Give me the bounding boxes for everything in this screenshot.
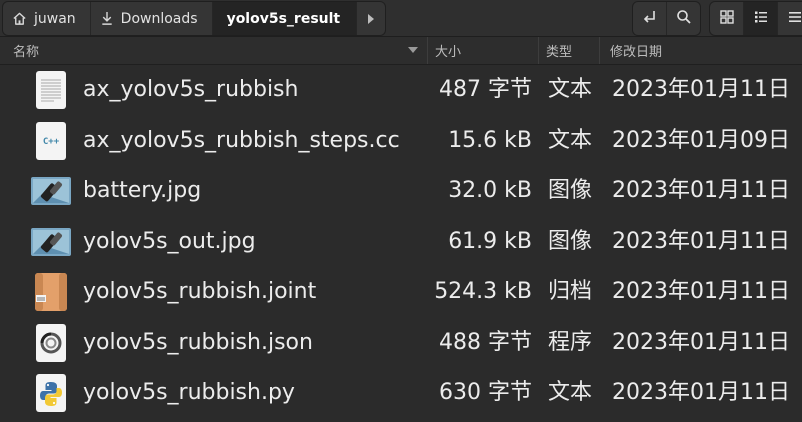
- column-header-type[interactable]: 类型: [539, 37, 600, 64]
- action-buttons: [632, 1, 701, 36]
- python-file-icon: [30, 372, 72, 414]
- file-modified: 2023年01月11日: [612, 228, 790, 254]
- image-file-icon: [30, 221, 72, 263]
- breadcrumb-downloads[interactable]: Downloads: [91, 2, 213, 35]
- file-type: 图像: [548, 178, 593, 203]
- breadcrumb-current[interactable]: yolov5s_result: [212, 2, 358, 35]
- grid-icon: [719, 9, 734, 28]
- sort-descending-icon: [408, 47, 418, 53]
- file-row[interactable]: yolov5s_rubbish.joint 524.3 kB 归档 2023年0…: [0, 267, 802, 318]
- column-header-type-label: 类型: [546, 45, 573, 60]
- menu-button[interactable]: [778, 2, 802, 35]
- file-type: 程序: [548, 329, 593, 355]
- hamburger-menu-icon: [788, 9, 802, 28]
- column-header-size[interactable]: 大小: [428, 37, 539, 64]
- file-modified: 2023年01月11日: [612, 279, 790, 304]
- column-header: 名称 大小 类型 修改日期: [0, 37, 802, 65]
- file-modified: 2023年01月11日: [612, 77, 790, 102]
- cpp-file-icon: C++: [30, 120, 72, 162]
- file-name: ax_yolov5s_rubbish: [83, 77, 299, 102]
- breadcrumb-current-label: yolov5s_result: [226, 10, 341, 27]
- svg-text:C++: C++: [43, 137, 60, 147]
- json-file-icon: [30, 322, 72, 364]
- restore-button[interactable]: [633, 2, 667, 35]
- file-list: ax_yolov5s_rubbish 487 字节 文本 2023年01月11日…: [0, 65, 802, 419]
- file-name: yolov5s_out.jpg: [83, 228, 256, 254]
- toolbar: juwan Downloads yolov5s_result: [0, 0, 802, 37]
- file-row[interactable]: yolov5s_rubbish.py 630 字节 文本 2023年01月11日: [0, 368, 802, 419]
- file-size: 487 字节: [439, 77, 532, 102]
- file-row[interactable]: yolov5s_out.jpg 61.9 kB 图像 2023年01月11日: [0, 217, 802, 268]
- breadcrumb-home[interactable]: juwan: [3, 2, 91, 35]
- file-row[interactable]: battery.jpg 32.0 kB 图像 2023年01月11日: [0, 166, 802, 217]
- file-size: 15.6 kB: [448, 127, 532, 153]
- file-type: 归档: [548, 279, 593, 304]
- column-header-modified[interactable]: 修改日期: [600, 37, 802, 64]
- search-icon: [676, 9, 692, 29]
- home-icon: [12, 11, 27, 26]
- file-modified: 2023年01月11日: [612, 380, 790, 405]
- file-type: 文本: [548, 380, 593, 405]
- view-buttons: [709, 1, 802, 36]
- file-name: yolov5s_rubbish.joint: [83, 279, 317, 304]
- file-size: 61.9 kB: [448, 228, 532, 254]
- file-size: 630 字节: [439, 380, 532, 405]
- breadcrumb-downloads-label: Downloads: [120, 10, 198, 27]
- list-view-button[interactable]: [744, 2, 778, 35]
- file-type: 图像: [548, 228, 593, 254]
- breadcrumb: juwan Downloads yolov5s_result: [2, 1, 387, 36]
- file-size: 32.0 kB: [448, 178, 532, 203]
- file-type: 文本: [548, 77, 593, 102]
- column-header-size-label: 大小: [435, 45, 462, 60]
- column-header-name-label: 名称: [13, 45, 40, 60]
- file-modified: 2023年01月09日: [612, 127, 790, 153]
- file-name: yolov5s_rubbish.json: [83, 329, 313, 355]
- text-file-icon: [30, 69, 72, 111]
- grid-view-button[interactable]: [710, 2, 744, 35]
- file-size: 524.3 kB: [434, 279, 532, 304]
- file-name: battery.jpg: [83, 178, 202, 203]
- column-header-modified-label: 修改日期: [610, 45, 663, 60]
- file-type: 文本: [548, 127, 593, 153]
- download-icon: [100, 11, 114, 26]
- file-row[interactable]: ax_yolov5s_rubbish 487 字节 文本 2023年01月11日: [0, 65, 802, 116]
- image-file-icon: [30, 170, 72, 212]
- search-button[interactable]: [667, 2, 700, 35]
- file-row[interactable]: C++ ax_yolov5s_rubbish_steps.cc 15.6 kB …: [0, 116, 802, 167]
- file-row[interactable]: yolov5s_rubbish.json 488 字节 程序 2023年01月1…: [0, 318, 802, 369]
- undo-arrow-icon: [642, 9, 658, 29]
- file-name: yolov5s_rubbish.py: [83, 380, 295, 405]
- list-icon: [754, 9, 768, 28]
- file-size: 488 字节: [439, 329, 532, 355]
- file-modified: 2023年01月11日: [612, 329, 790, 355]
- file-name: ax_yolov5s_rubbish_steps.cc: [83, 127, 400, 153]
- column-header-name[interactable]: 名称: [0, 37, 428, 64]
- file-modified: 2023年01月11日: [612, 178, 790, 203]
- breadcrumb-home-label: juwan: [34, 10, 76, 27]
- chevron-right-icon: [367, 13, 375, 24]
- archive-file-icon: [30, 271, 72, 313]
- breadcrumb-forward-button[interactable]: [357, 2, 385, 35]
